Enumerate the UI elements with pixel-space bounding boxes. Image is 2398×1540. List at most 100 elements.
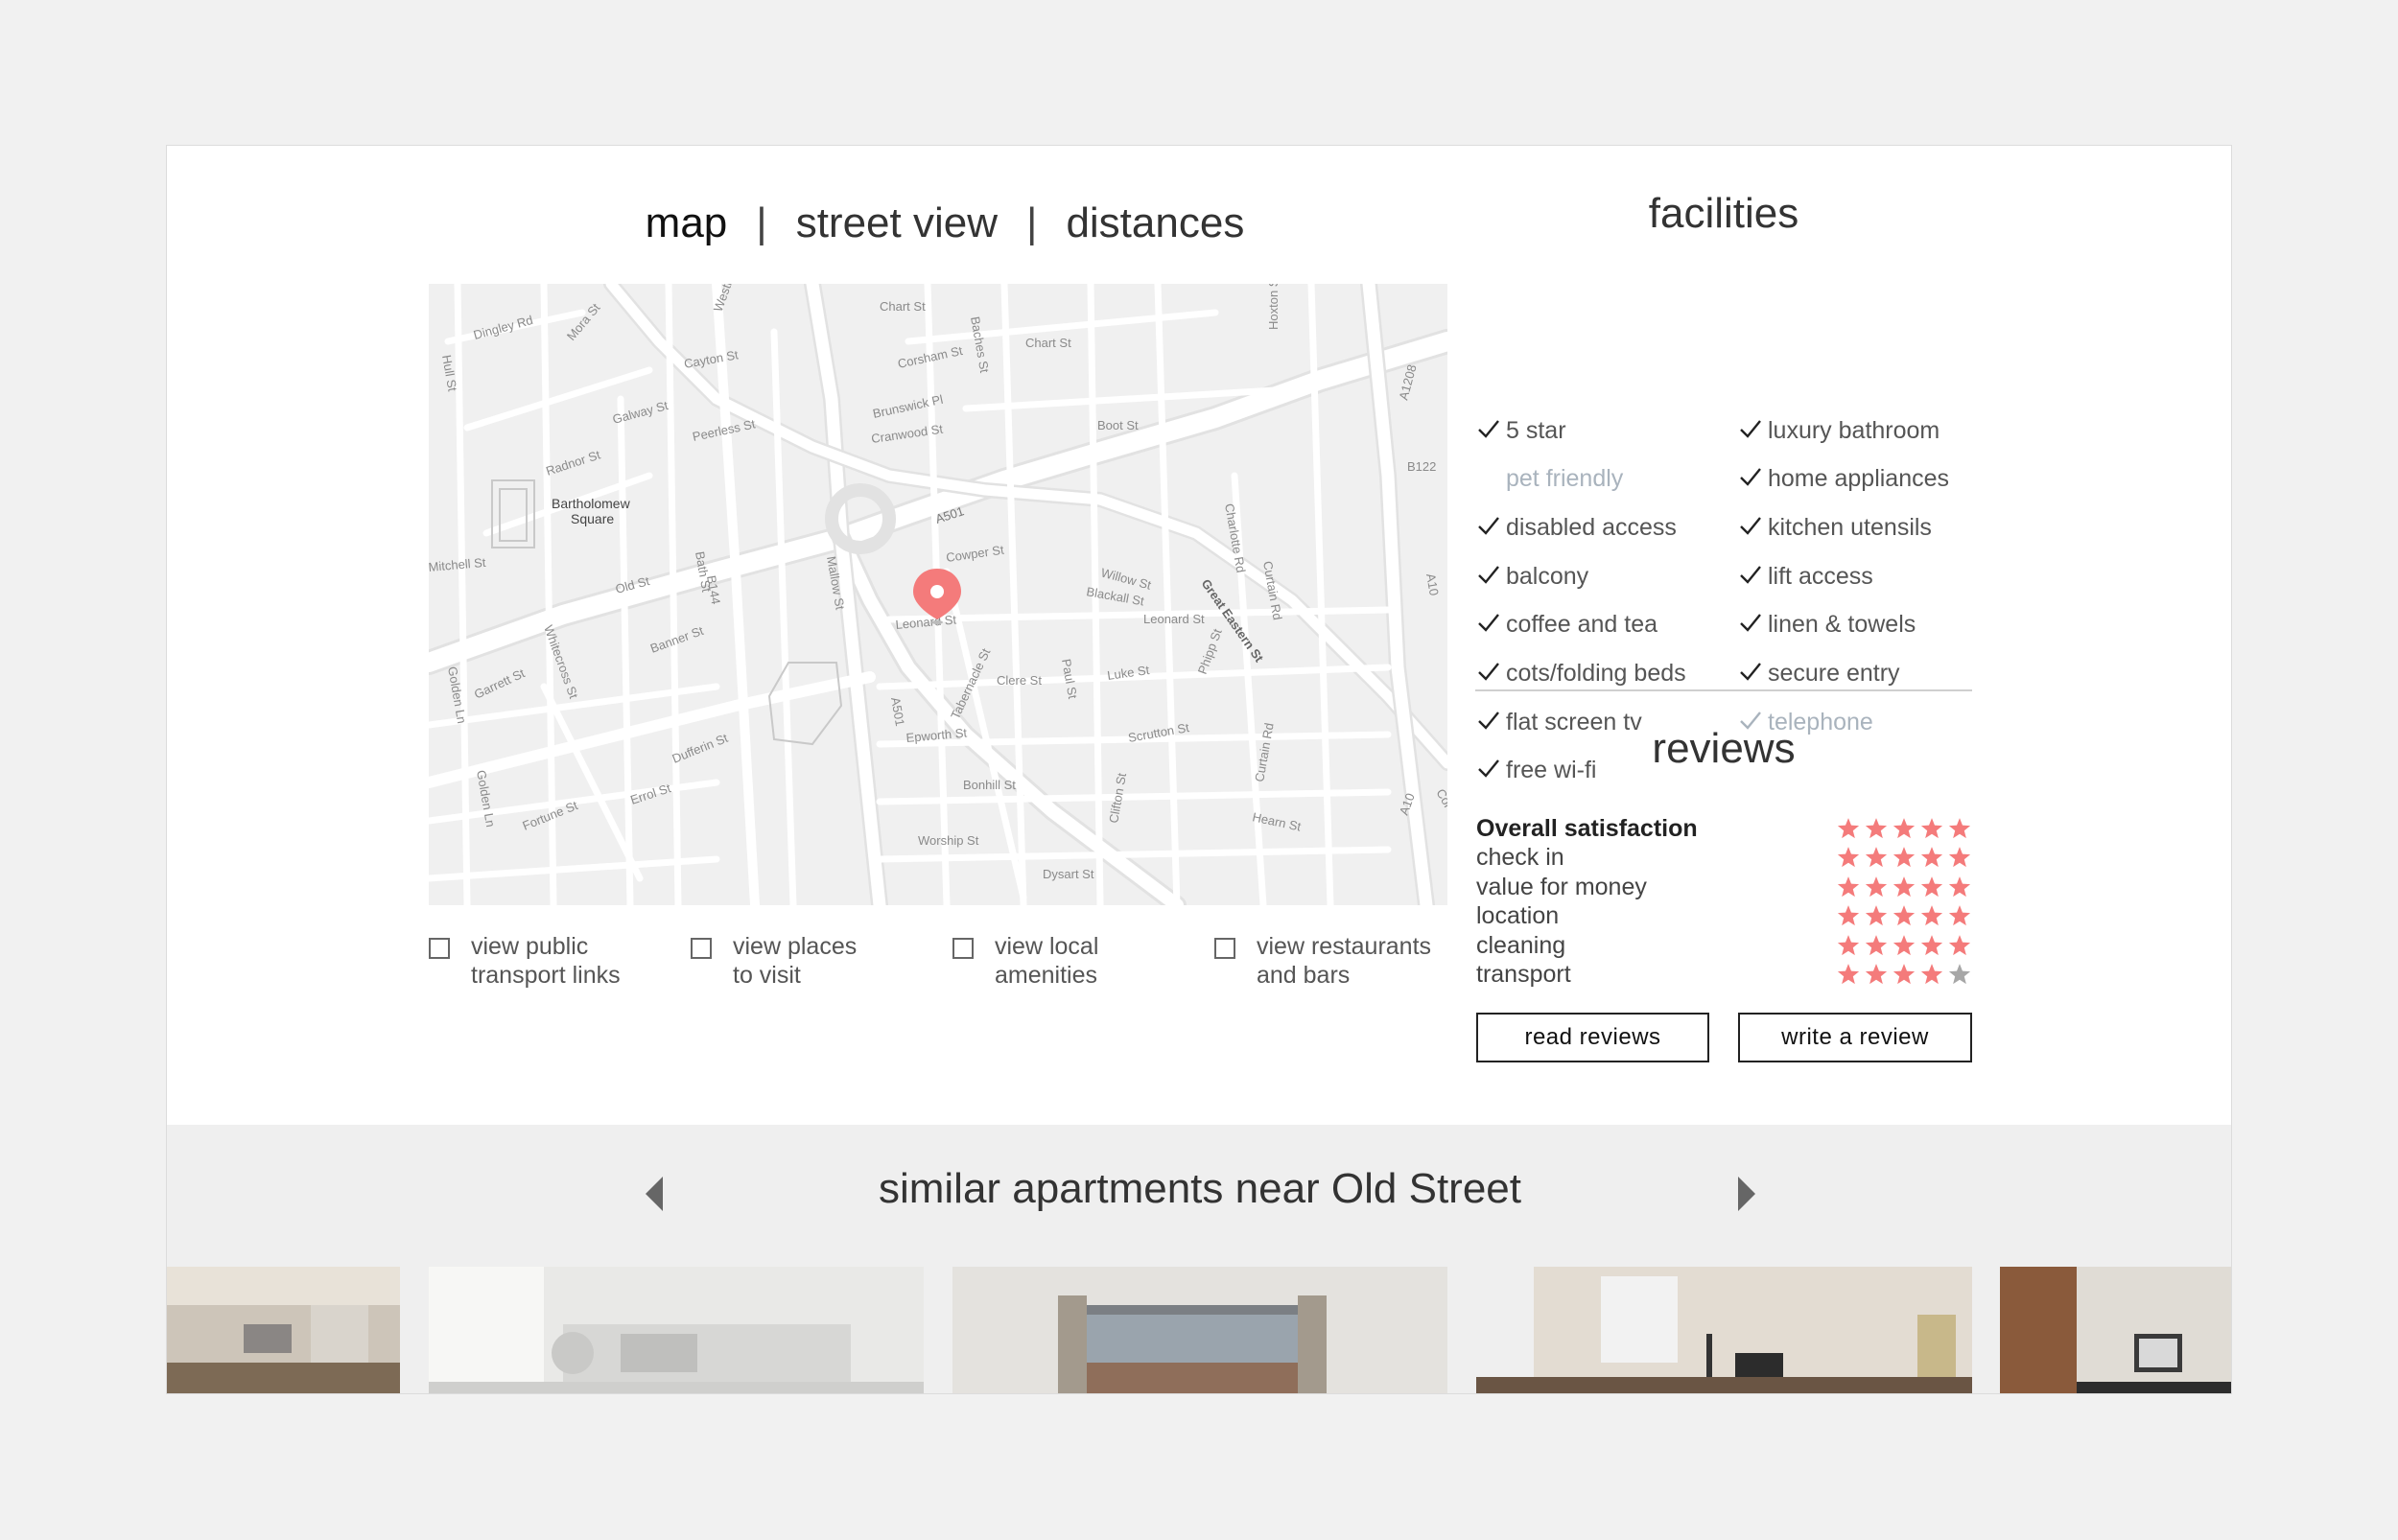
star-icon bbox=[1892, 904, 1916, 932]
checkbox-local-amenities[interactable]: view local amenities bbox=[952, 932, 1098, 990]
tab-map[interactable]: map bbox=[646, 199, 728, 247]
facility-label: flat screen tv bbox=[1506, 708, 1642, 735]
apartment-thumbnail[interactable] bbox=[2000, 1267, 2231, 1393]
facility-label: home appliances bbox=[1768, 465, 1950, 493]
star-icon bbox=[1919, 846, 1944, 874]
facility-item: telephone bbox=[1739, 706, 1873, 738]
check-icon bbox=[1477, 709, 1506, 736]
checkbox-box[interactable] bbox=[691, 938, 712, 959]
facility-item: cots/folding beds bbox=[1477, 658, 1686, 690]
star-icon bbox=[1947, 817, 1972, 845]
star-icon bbox=[1892, 963, 1916, 991]
tab-street-view[interactable]: street view bbox=[796, 199, 998, 247]
checkbox-box[interactable] bbox=[429, 938, 450, 959]
facility-item: 5 star bbox=[1477, 414, 1566, 447]
star-icon bbox=[1947, 963, 1972, 991]
facility-label: pet friendly bbox=[1506, 465, 1624, 493]
read-reviews-button[interactable]: read reviews bbox=[1476, 1013, 1709, 1062]
facility-item: balcony bbox=[1477, 560, 1588, 593]
checkbox-restaurants-bars[interactable]: view restaurants and bars bbox=[1214, 932, 1431, 990]
star-icon bbox=[1919, 875, 1944, 903]
facility-label: secure entry bbox=[1768, 660, 1900, 687]
star-icon bbox=[1947, 875, 1972, 903]
apartment-thumbnail[interactable] bbox=[952, 1267, 1447, 1393]
apartment-thumbnail[interactable] bbox=[1476, 1267, 1972, 1393]
star-icon bbox=[1919, 904, 1944, 932]
facility-label: kitchen utensils bbox=[1768, 513, 1932, 541]
star-rating bbox=[1836, 875, 1972, 903]
facility-item: flat screen tv bbox=[1477, 706, 1642, 738]
review-category-label: location bbox=[1476, 902, 1560, 930]
tab-separator: | bbox=[756, 199, 767, 246]
map-label: Boot St bbox=[1097, 418, 1139, 432]
check-icon bbox=[1477, 514, 1506, 542]
check-icon bbox=[1739, 709, 1768, 736]
facility-item: free wi-fi bbox=[1477, 755, 1596, 787]
star-icon bbox=[1892, 934, 1916, 962]
property-details-card: map | street view | distances Chart St C… bbox=[166, 145, 2232, 1394]
map-label: Chart St bbox=[880, 299, 926, 314]
star-icon bbox=[1864, 846, 1889, 874]
review-category-label: transport bbox=[1476, 961, 1571, 988]
map-label: Hoxton St bbox=[1266, 284, 1281, 330]
checkbox-box[interactable] bbox=[952, 938, 974, 959]
map-label: Dysart St bbox=[1043, 867, 1094, 881]
facility-item: coffee and tea bbox=[1477, 609, 1657, 642]
star-icon bbox=[1864, 963, 1889, 991]
facility-label: cots/folding beds bbox=[1506, 660, 1686, 687]
facility-item: kitchen utensils bbox=[1739, 511, 1932, 544]
checkbox-label: view public transport links bbox=[471, 933, 621, 989]
star-icon bbox=[1864, 875, 1889, 903]
star-icon bbox=[1864, 934, 1889, 962]
checkbox-label: view restaurants and bars bbox=[1257, 933, 1432, 989]
map-label: Leonard St bbox=[1143, 612, 1205, 626]
write-review-button[interactable]: write a review bbox=[1738, 1013, 1972, 1062]
map-canvas[interactable]: Chart St Chart St Westla Dingley Rd Mora… bbox=[429, 284, 1447, 905]
star-icon bbox=[1864, 817, 1889, 845]
star-icon bbox=[1836, 817, 1861, 845]
star-icon bbox=[1947, 904, 1972, 932]
check-icon bbox=[1477, 660, 1506, 688]
tab-separator: | bbox=[1026, 199, 1038, 246]
facility-label: lift access bbox=[1768, 562, 1873, 590]
check-icon bbox=[1739, 660, 1768, 688]
facility-label: 5 star bbox=[1506, 416, 1566, 444]
star-icon bbox=[1836, 934, 1861, 962]
star-rating bbox=[1836, 846, 1972, 874]
checkbox-box[interactable] bbox=[1214, 938, 1235, 959]
tab-distances[interactable]: distances bbox=[1066, 199, 1244, 247]
apartment-thumbnail[interactable] bbox=[167, 1267, 400, 1393]
facility-label: luxury bathroom bbox=[1768, 416, 1940, 444]
star-icon bbox=[1892, 875, 1916, 903]
review-category-label: Overall satisfaction bbox=[1476, 815, 1698, 842]
map-view[interactable]: Chart St Chart St Westla Dingley Rd Mora… bbox=[429, 284, 1447, 905]
star-icon bbox=[1919, 934, 1944, 962]
check-icon bbox=[1477, 611, 1506, 639]
star-rating bbox=[1836, 963, 1972, 991]
check-icon bbox=[1739, 514, 1768, 542]
facility-item: luxury bathroom bbox=[1739, 414, 1940, 447]
facility-item: pet friendly bbox=[1477, 463, 1623, 496]
facility-label: coffee and tea bbox=[1506, 611, 1658, 639]
checkbox-label: view places to visit bbox=[733, 933, 858, 989]
carousel-next-arrow-icon[interactable] bbox=[1734, 1175, 1757, 1213]
star-icon bbox=[1947, 934, 1972, 962]
checkbox-places-to-visit[interactable]: view places to visit bbox=[691, 932, 857, 990]
checkbox-public-transport[interactable]: view public transport links bbox=[429, 932, 621, 990]
star-icon bbox=[1919, 963, 1944, 991]
review-category-label: value for money bbox=[1476, 873, 1647, 900]
check-icon bbox=[1739, 611, 1768, 639]
map-label: Clere St bbox=[997, 673, 1042, 688]
check-icon bbox=[1739, 563, 1768, 591]
star-icon bbox=[1919, 817, 1944, 845]
facility-label: free wi-fi bbox=[1506, 757, 1597, 784]
map-label: Bartholomew bbox=[552, 496, 631, 511]
map-layer-options: view public transport links view places to… bbox=[429, 932, 1447, 1009]
check-icon bbox=[1477, 757, 1506, 784]
star-rating bbox=[1836, 934, 1972, 962]
facility-item: disabled access bbox=[1477, 511, 1677, 544]
map-label: Worship St bbox=[918, 833, 979, 848]
facility-label: telephone bbox=[1768, 708, 1873, 735]
apartment-thumbnail[interactable] bbox=[429, 1267, 924, 1393]
check-icon bbox=[1739, 465, 1768, 493]
